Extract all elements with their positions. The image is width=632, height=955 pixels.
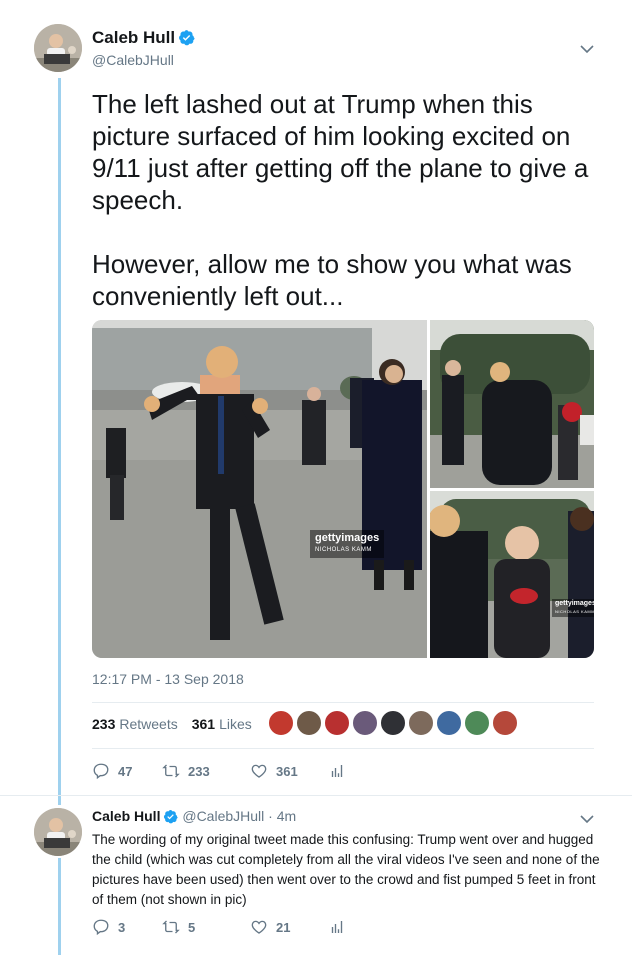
liker-avatar[interactable] <box>408 710 434 736</box>
watermark-credit: NICHOLAS KAMM <box>315 547 372 553</box>
watermark-brand: gettyimages <box>555 600 594 607</box>
verified-badge-icon <box>179 30 195 46</box>
heart-icon <box>251 920 267 934</box>
liker-avatar[interactable] <box>492 710 518 736</box>
photo-image <box>430 320 594 488</box>
thread-connector-line <box>58 78 61 805</box>
liker-avatars <box>268 710 520 736</box>
avatar[interactable] <box>34 24 82 72</box>
tweet-actions: 47 233 361 <box>92 762 354 780</box>
chevron-down-icon[interactable] <box>580 814 594 824</box>
analytics-button[interactable] <box>328 918 354 936</box>
handle[interactable]: @CalebJHull <box>92 52 174 68</box>
divider <box>92 748 594 749</box>
reply-time[interactable]: · 4m <box>268 808 296 824</box>
photo-hug-child[interactable] <box>430 320 594 488</box>
thread-connector-line-lower <box>58 858 61 955</box>
photo-child-closeup[interactable]: gettyimages NICHOLAS KAMM <box>430 491 594 658</box>
heart-icon <box>251 764 267 778</box>
display-name[interactable]: Caleb Hull <box>92 28 175 47</box>
avatar-image <box>34 24 82 72</box>
reply-button[interactable]: 3 <box>92 918 162 936</box>
divider <box>92 702 594 703</box>
watermark-credit: NICHOLAS KAMM <box>555 609 594 614</box>
photo-fist-pump[interactable]: gettyimages NICHOLAS KAMM <box>92 320 427 658</box>
analytics-icon <box>331 921 343 933</box>
liker-avatar[interactable] <box>324 710 350 736</box>
liker-avatar[interactable] <box>352 710 378 736</box>
reply-icon <box>93 763 109 780</box>
liker-avatar[interactable] <box>464 710 490 736</box>
tweet-timestamp[interactable]: 12:17 PM - 13 Sep 2018 <box>92 671 244 687</box>
verified-badge-icon <box>164 809 179 824</box>
getty-watermark: gettyimages NICHOLAS KAMM <box>552 599 594 617</box>
retweets-count: 233 <box>92 716 116 732</box>
tweet-paragraph: The left lashed out at Trump when this p… <box>92 89 589 215</box>
watermark-brand: gettyimages <box>315 532 380 544</box>
tweet-separator <box>0 795 632 796</box>
likes-label: Likes <box>219 716 252 732</box>
retweet-icon <box>162 764 180 778</box>
likes-stat[interactable]: 361 Likes <box>192 716 252 732</box>
liker-avatar[interactable] <box>268 710 294 736</box>
analytics-icon <box>331 765 343 777</box>
avatar[interactable] <box>34 808 82 856</box>
liker-avatar[interactable] <box>380 710 406 736</box>
reply-button[interactable]: 47 <box>92 762 162 780</box>
reply-author: Caleb Hull @CalebJHull · 4m <box>92 808 296 824</box>
reply-count: 3 <box>118 919 126 935</box>
like-count: 361 <box>276 763 298 779</box>
chevron-down-icon[interactable] <box>580 44 594 54</box>
likes-count: 361 <box>191 716 216 732</box>
retweets-stat[interactable]: 233 Retweets <box>92 716 178 732</box>
photo-image <box>92 320 427 658</box>
handle[interactable]: @CalebJHull <box>182 808 264 824</box>
reply-icon <box>93 919 109 936</box>
retweet-button[interactable]: 5 <box>162 918 250 936</box>
retweet-count: 233 <box>188 763 210 779</box>
like-button[interactable]: 361 <box>250 762 328 780</box>
media-grid: gettyimages NICHOLAS KAMM gettyimages NI… <box>92 320 594 658</box>
avatar-image <box>34 808 82 856</box>
analytics-button[interactable] <box>328 762 354 780</box>
tweet-text: The left lashed out at Trump when this p… <box>92 88 612 344</box>
retweet-button[interactable]: 233 <box>162 762 250 780</box>
reply-actions: 3 5 21 <box>92 918 354 936</box>
reply-text: The wording of my original tweet made th… <box>92 832 600 907</box>
liker-avatar[interactable] <box>436 710 462 736</box>
retweet-count: 5 <box>188 919 196 935</box>
reply-count: 47 <box>118 763 133 779</box>
like-count: 21 <box>276 919 291 935</box>
retweets-label: Retweets <box>119 716 178 732</box>
liker-avatar[interactable] <box>296 710 322 736</box>
display-name[interactable]: Caleb Hull <box>92 808 160 824</box>
like-button[interactable]: 21 <box>250 918 328 936</box>
photo-image <box>430 491 594 658</box>
retweet-icon <box>162 920 180 934</box>
tweet-author[interactable]: Caleb Hull <box>92 28 195 48</box>
tweet-paragraph: However, allow me to show you what was c… <box>92 249 572 311</box>
engagement-stats: 233 Retweets 361 Likes <box>92 716 266 732</box>
getty-watermark: gettyimages NICHOLAS KAMM <box>310 530 385 558</box>
